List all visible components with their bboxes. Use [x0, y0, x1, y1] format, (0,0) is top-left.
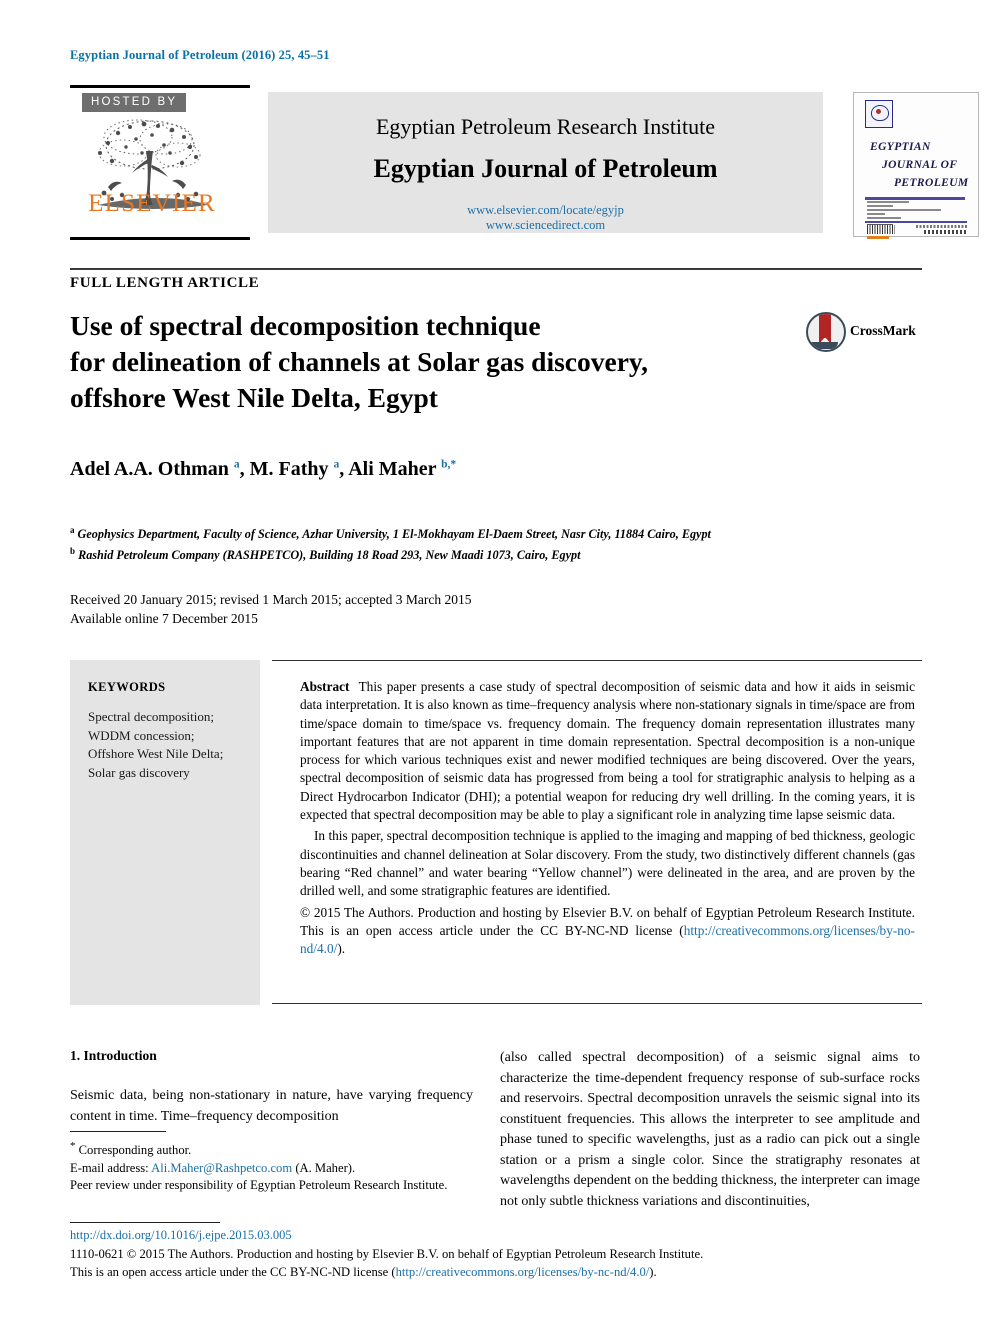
title-line-2: for delineation of channels at Solar gas… [70, 346, 649, 377]
journal-masthead: HOSTED BY ELSEVIER Egyptian Petroleum Re… [70, 85, 979, 240]
email-author-tail: (A. Maher). [295, 1160, 356, 1175]
footer-rule [70, 1222, 220, 1224]
body-column-left: 1. Introduction Seismic data, being non-… [70, 1048, 473, 1127]
crossmark-label: CrossMark [850, 323, 916, 338]
corresponding-author-note: * Corresponding author. [70, 1140, 192, 1158]
affiliation-a: a Geophysics Department, Faculty of Scie… [70, 525, 711, 542]
abstract-paragraph-1: Abstract This paper presents a case stud… [300, 678, 915, 824]
cover-divider-bottom [865, 221, 967, 223]
footnote-rule [70, 1131, 166, 1133]
keyword-item: WDDM concession; [88, 727, 195, 743]
cover-orange-mark [867, 236, 889, 239]
hosted-by-badge: HOSTED BY [82, 93, 187, 112]
masthead-center-panel: Egyptian Petroleum Research Institute Eg… [268, 92, 823, 233]
author-list: Adel A.A. Othman a, M. Fathy a, Ali Mahe… [70, 458, 457, 480]
page-title: Use of spectral decomposition technique … [70, 308, 770, 416]
cover-barcode-icon [867, 225, 895, 234]
masthead-rule-top [70, 85, 250, 88]
footer-license-link[interactable]: http://creativecommons.org/licenses/by-n… [396, 1265, 650, 1279]
doi-link[interactable]: http://dx.doi.org/10.1016/j.ejpe.2015.03… [70, 1228, 292, 1243]
sciencedirect-url[interactable]: www.sciencedirect.com [268, 218, 823, 233]
keywords-list: Spectral decomposition; WDDM concession;… [88, 708, 223, 782]
footer-copyright: 1110-0621 © 2015 The Authors. Production… [70, 1246, 920, 1281]
body-column-right: (also called spectral decomposition) of … [500, 1048, 920, 1212]
cover-footer-text-top [916, 225, 968, 228]
cover-title-line1: EGYPTIAN [870, 141, 931, 153]
footnotes-block: * Corresponding author. E-mail address: … [70, 1138, 475, 1195]
received-revised-accepted: Received 20 January 2015; revised 1 Marc… [70, 592, 472, 607]
elsevier-wordmark: ELSEVIER [88, 190, 216, 217]
running-head: Egyptian Journal of Petroleum (2016) 25,… [70, 48, 330, 62]
footer-license-tail: ). [649, 1264, 657, 1279]
crossmark-icon [806, 312, 846, 352]
available-online: Available online 7 December 2015 [70, 611, 258, 626]
abstract-rule-top [272, 660, 922, 662]
affiliation-a-text: Geophysics Department, Faculty of Scienc… [77, 527, 711, 542]
affiliations: a Geophysics Department, Faculty of Scie… [70, 522, 930, 564]
title-line-1: Use of spectral decomposition technique [70, 310, 541, 341]
institute-crest-icon [865, 100, 893, 128]
keywords-heading: KEYWORDS [88, 680, 166, 694]
affiliation-b-text: Rashid Petroleum Company (RASHPETCO), Bu… [78, 548, 581, 563]
journal-title: Egyptian Journal of Petroleum [373, 154, 718, 183]
journal-locate-url[interactable]: www.elsevier.com/locate/egyjp [268, 203, 823, 218]
cover-footer-text-bottom [924, 230, 968, 234]
footer-license-line: This is an open access article under the… [70, 1264, 920, 1282]
abstract-paragraph-2: In this paper, spectral decomposition te… [300, 828, 915, 899]
cover-imprint-lines [867, 201, 941, 221]
abstract-rule-bottom [272, 1003, 922, 1005]
abstract-copyright: © 2015 The Authors. Production and hosti… [300, 904, 915, 959]
crossmark-badge[interactable]: CrossMark [806, 310, 916, 352]
email-label: E-mail address: [70, 1160, 149, 1175]
article-page: Egyptian Journal of Petroleum (2016) 25,… [0, 0, 992, 1323]
affiliation-b: b Rashid Petroleum Company (RASHPETCO), … [70, 546, 581, 563]
publication-dates: Received 20 January 2015; revised 1 Marc… [70, 590, 472, 628]
abstract-label: Abstract [300, 679, 350, 694]
cover-title-line2: JOURNAL OF [882, 159, 958, 171]
header-separator-rule [70, 268, 922, 270]
peer-review-note: Peer review under responsibility of Egyp… [70, 1178, 448, 1193]
cover-title-line3: PETROLEUM [894, 177, 969, 189]
article-type-label: FULL LENGTH ARTICLE [70, 275, 260, 291]
journal-cover-thumbnail: EGYPTIAN JOURNAL OF PETROLEUM [853, 92, 979, 239]
masthead-rule-bottom [70, 237, 250, 240]
abstract-paragraph-1-text: This paper presents a case study of spec… [300, 679, 915, 823]
footer-copyright-line: 1110-0621 © 2015 The Authors. Production… [70, 1247, 704, 1261]
email-link[interactable]: Ali.Maher@Rashpetco.com [151, 1161, 292, 1175]
introduction-paragraph-right: (also called spectral decomposition) of … [500, 1050, 920, 1209]
email-note: E-mail address: Ali.Maher@Rashpetco.com … [70, 1160, 475, 1178]
title-line-3: offshore West Nile Delta, Egypt [70, 382, 438, 413]
abstract-copyright-tail: ). [337, 941, 346, 957]
keyword-item: Offshore West Nile Delta; [88, 746, 224, 761]
keywords-panel: KEYWORDS Spectral decomposition; WDDM co… [70, 660, 260, 1005]
section-heading-introduction: 1. Introduction [70, 1048, 157, 1063]
footer-license-prefix: This is an open access article under the… [70, 1264, 396, 1279]
keyword-item: Solar gas discovery [88, 764, 190, 780]
cover-divider-top [865, 197, 965, 200]
abstract-body: Abstract This paper presents a case stud… [300, 678, 915, 958]
keyword-item: Spectral decomposition; [88, 709, 215, 724]
corresponding-author-text: Corresponding author. [78, 1143, 192, 1158]
introduction-paragraph-left: Seismic data, being non-stationary in na… [70, 1088, 473, 1124]
institute-name: Egyptian Petroleum Research Institute [375, 114, 716, 139]
